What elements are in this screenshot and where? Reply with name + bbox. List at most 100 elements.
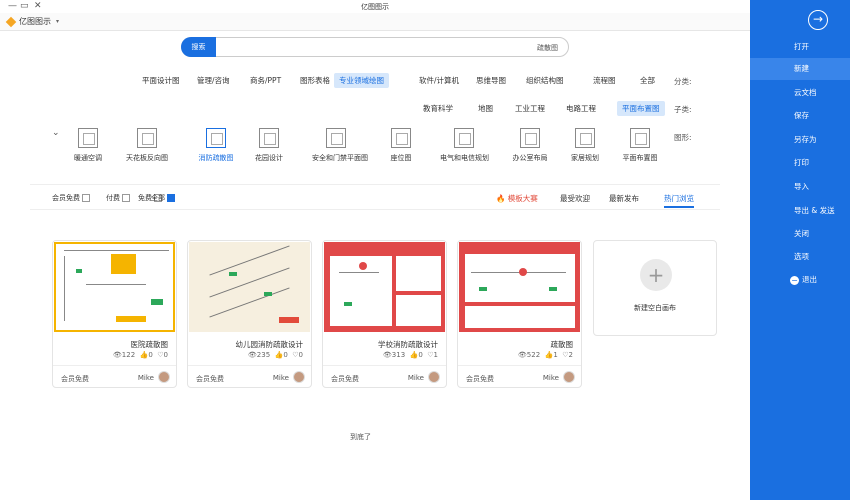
- avatar: [428, 371, 440, 383]
- category-flowchart[interactable]: 流程图: [588, 73, 621, 88]
- sort-label: 模板大赛: [507, 194, 538, 203]
- close-icon[interactable]: ✕: [34, 1, 42, 11]
- new-blank-canvas-card[interactable]: + 新建空白画布: [593, 240, 717, 336]
- template-card[interactable]: 医院疏散图 👁122 👍0 ♡0 会员免费 Mike: [52, 240, 177, 388]
- author-name: Mike: [542, 374, 559, 382]
- category-flat-design[interactable]: 平面设计图: [137, 73, 185, 88]
- template-label-text: 天花板反向图: [126, 154, 168, 162]
- author-name: Mike: [137, 374, 154, 382]
- category-professional[interactable]: 专业领域绘图: [334, 73, 389, 88]
- template-label-text: 办公室布局: [512, 154, 548, 162]
- search-button[interactable]: 搜索: [181, 37, 216, 57]
- template-garden[interactable]: 花园设计: [245, 128, 293, 163]
- comment-count: 1: [433, 351, 438, 359]
- subcategory-education[interactable]: 教育科学: [418, 101, 458, 116]
- template-thumbnail: [189, 242, 310, 332]
- category-software[interactable]: 软件/计算机: [414, 73, 464, 88]
- card-divider: [188, 365, 311, 366]
- app-name: 亿图图示: [19, 17, 51, 26]
- sidebar-item-exit[interactable]: − 退出: [750, 269, 850, 291]
- sidebar-item-label: 导出 & 发送: [794, 206, 835, 215]
- avatar: [158, 371, 170, 383]
- card-divider: [53, 365, 176, 366]
- view-count: 313: [391, 351, 406, 359]
- search-value: 疏散图: [537, 44, 558, 52]
- checkbox-checked-icon: [167, 194, 175, 202]
- template-hvac[interactable]: 暖通空调: [64, 128, 112, 163]
- sidebar-item-print[interactable]: 打印: [750, 152, 850, 174]
- template-security[interactable]: 安全和门禁平面图: [312, 128, 368, 163]
- template-label-text: 消防疏散图: [198, 154, 234, 162]
- maximize-icon[interactable]: ▭: [20, 1, 29, 11]
- chevron-down-icon[interactable]: ⌄: [52, 128, 60, 138]
- subcategory-electrical[interactable]: 电路工程: [561, 101, 601, 116]
- comment-count: 0: [163, 351, 168, 359]
- sort-hot-views[interactable]: 热门浏览: [664, 193, 694, 208]
- sidebar-item-export[interactable]: 导出 & 发送: [750, 200, 850, 222]
- search-input[interactable]: 搜索 疏散图: [181, 37, 569, 57]
- template-floor-plan[interactable]: 平面布置图: [616, 128, 664, 163]
- sidebar-item-save-as[interactable]: 另存为: [750, 129, 850, 151]
- office-icon: [520, 128, 540, 148]
- sidebar-item-new[interactable]: 新建: [750, 58, 850, 80]
- template-card[interactable]: 幼儿园消防疏散设计 👁235 👍0 ♡0 会员免费 Mike: [187, 240, 312, 388]
- template-evacuation[interactable]: 消防疏散图: [192, 128, 240, 163]
- author-name: Mike: [407, 374, 424, 382]
- evacuation-icon: [206, 128, 226, 148]
- subcategory-floor-plan[interactable]: 平面布置图: [617, 101, 665, 116]
- like-count: 1: [553, 351, 558, 359]
- template-office[interactable]: 办公室布局: [506, 128, 554, 163]
- checkbox-icon: [82, 194, 90, 202]
- sort-contest[interactable]: 🔥 模板大赛: [496, 193, 538, 204]
- category-all[interactable]: 全部: [635, 73, 660, 88]
- file-menu-sidebar: → 打开 新建 云文档 保存 另存为 打印 导入 导出 & 发送 关闭 选项 −…: [750, 0, 850, 500]
- chevron-down-icon: ▾: [56, 18, 60, 25]
- subcategory-industrial[interactable]: 工业工程: [510, 101, 550, 116]
- filter-member-free[interactable]: 会员免费: [52, 193, 90, 203]
- filter-all[interactable]: 全部: [151, 193, 175, 203]
- subcategory-map[interactable]: 地图: [473, 101, 498, 116]
- sidebar-item-label: 保存: [794, 111, 809, 120]
- like-count: 0: [148, 351, 153, 359]
- sidebar-item-open[interactable]: 打开: [750, 36, 850, 58]
- sidebar-item-options[interactable]: 选项: [750, 246, 850, 268]
- template-card[interactable]: 疏散图 👁522 👍1 ♡2 会员免费 Mike: [457, 240, 582, 388]
- category-management[interactable]: 管理/咨询: [192, 73, 235, 88]
- back-arrow-icon[interactable]: →: [808, 10, 828, 30]
- template-seating[interactable]: 座位图: [377, 128, 425, 163]
- app-logo[interactable]: 亿图图示 ▾: [5, 16, 60, 27]
- category-panel: 分类: 平面设计图 管理/咨询 商务/PPT 图形表格 专业领域绘图 软件/计算…: [30, 64, 720, 176]
- category-graphic-tables[interactable]: 图形表格: [295, 73, 335, 88]
- minimize-icon[interactable]: —: [8, 1, 17, 11]
- card-stats: 👁235 👍0 ♡0: [247, 351, 303, 359]
- sidebar-item-import[interactable]: 导入: [750, 176, 850, 198]
- new-canvas-label: 新建空白画布: [634, 304, 676, 312]
- filter-paid[interactable]: 付费: [106, 193, 130, 203]
- sidebar-item-cloud[interactable]: 云文档: [750, 82, 850, 104]
- sidebar-item-save[interactable]: 保存: [750, 105, 850, 127]
- avatar: [293, 371, 305, 383]
- sidebar-item-label: 云文档: [794, 88, 817, 97]
- filter-label: 免费: [138, 194, 152, 202]
- sort-newest[interactable]: 最新发布: [609, 193, 639, 204]
- category-label: 分类:: [674, 77, 692, 86]
- template-thumbnail: [54, 242, 175, 332]
- price-badge: 会员免费: [331, 375, 359, 383]
- template-label-text: 电气和电信规划: [440, 154, 489, 162]
- like-count: 0: [418, 351, 423, 359]
- template-ceiling[interactable]: 天花板反向图: [123, 128, 171, 163]
- template-home[interactable]: 家居规划: [561, 128, 609, 163]
- template-electrical[interactable]: 电气和电信规划: [440, 128, 489, 163]
- category-mindmap[interactable]: 思维导图: [471, 73, 511, 88]
- sort-popular[interactable]: 最受欢迎: [560, 193, 590, 204]
- sidebar-item-close[interactable]: 关闭: [750, 223, 850, 245]
- view-count: 235: [256, 351, 271, 359]
- card-title: 医院疏散图: [130, 340, 169, 349]
- template-card[interactable]: 学校消防疏散设计 👁313 👍0 ♡1 会员免费 Mike: [322, 240, 447, 388]
- template-thumbnail: [324, 242, 445, 332]
- checkbox-icon: [122, 194, 130, 202]
- view-count: 122: [121, 351, 136, 359]
- category-business-ppt[interactable]: 商务/PPT: [245, 73, 286, 88]
- category-org-chart[interactable]: 组织结构图: [521, 73, 569, 88]
- filter-label: 付费: [106, 194, 120, 202]
